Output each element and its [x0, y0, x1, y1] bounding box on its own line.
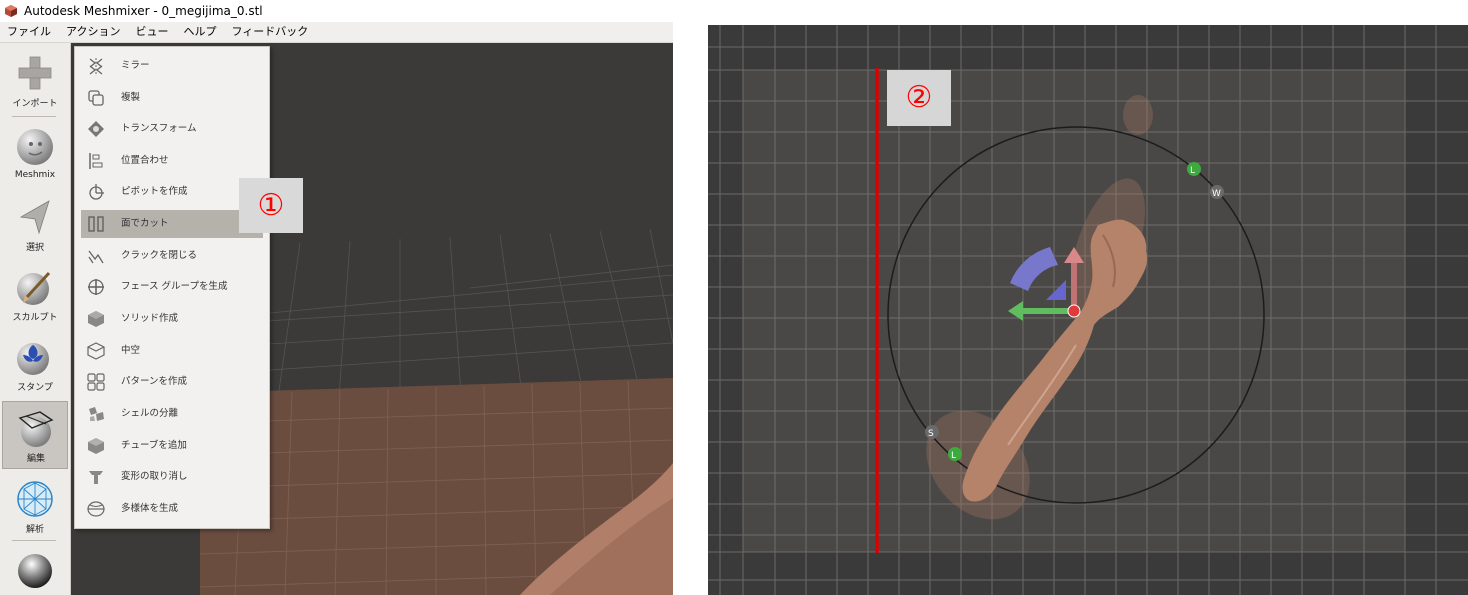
toolbar-divider: [12, 116, 56, 117]
menu-item-label: シェルの分離: [121, 408, 179, 419]
x-axis-arrow[interactable]: [1023, 308, 1075, 314]
add-tube-icon: [88, 438, 104, 454]
handle-label: L: [1190, 166, 1195, 176]
menu-item-close-cracks[interactable]: クラックを閉じる: [81, 242, 263, 270]
tool-sculpt[interactable]: スカルプト: [2, 261, 68, 329]
toolbar-divider: [12, 540, 56, 541]
menu-item-label: 位置合わせ: [121, 155, 169, 166]
tool-stamp-label: スタンプ: [17, 383, 53, 393]
menu-item-mirror[interactable]: ミラー: [81, 52, 263, 80]
annotation-marker-1: ①: [239, 178, 303, 233]
mirror-icon: [89, 58, 103, 75]
menu-item-hollow[interactable]: 中空: [81, 337, 263, 365]
pivot-icon: [89, 184, 104, 200]
menu-item-discard-transform[interactable]: 変形の取り消し: [81, 463, 263, 491]
plus-icon: [18, 56, 52, 90]
menu-item-add-tube[interactable]: チューブを追加: [81, 432, 263, 460]
menu-item-label: ミラー: [121, 60, 150, 71]
menu-item-plane-cut[interactable]: 面でカット: [81, 210, 263, 238]
tool-shaders[interactable]: [2, 543, 68, 595]
top-view-viewport[interactable]: L W S L: [708, 25, 1468, 595]
menu-item-transform[interactable]: トランスフォーム: [81, 115, 263, 143]
menu-item-label: ソリッド作成: [121, 313, 179, 324]
handle-label: S: [928, 429, 934, 439]
menu-action[interactable]: アクション: [59, 22, 128, 42]
close-cracks-icon: [88, 250, 104, 264]
menu-item-align[interactable]: 位置合わせ: [81, 147, 263, 175]
tool-edit[interactable]: 編集: [2, 401, 68, 469]
menu-bar: ファイル アクション ビュー ヘルプ フィードバック: [0, 22, 673, 43]
menu-item-pattern[interactable]: パターンを作成: [81, 368, 263, 396]
menu-item-label: トランスフォーム: [121, 123, 197, 134]
menu-item-label: 変形の取り消し: [121, 471, 188, 482]
tool-analysis[interactable]: 解析: [2, 473, 68, 541]
menu-item-make-solid[interactable]: ソリッド作成: [81, 305, 263, 333]
make-solid-icon: [88, 311, 104, 327]
select-arrow-icon: [19, 200, 50, 235]
menu-item-label: クラックを閉じる: [121, 250, 198, 261]
discard-transform-icon: [89, 471, 103, 484]
window-title: Autodesk Meshmixer - 0_megijima_0.stl: [24, 4, 263, 18]
tool-analysis-label: 解析: [25, 525, 44, 535]
menu-item-label: 中空: [121, 345, 141, 356]
handle-label: L: [951, 451, 956, 461]
edit-sphere-icon: [18, 411, 54, 447]
face-groups-icon: [88, 279, 104, 295]
shader-sphere-icon: [18, 554, 52, 588]
menu-item-separate-shells[interactable]: シェルの分離: [81, 400, 263, 428]
annotation-marker-2: ②: [887, 70, 951, 126]
pattern-icon: [87, 373, 105, 391]
tool-edit-label: 編集: [26, 454, 45, 464]
tool-import[interactable]: インポート: [2, 47, 68, 115]
tool-select[interactable]: 選択: [2, 191, 68, 259]
meshmixer-window: Autodesk Meshmixer - 0_megijima_0.stl ファ…: [0, 0, 673, 595]
menu-file[interactable]: ファイル: [0, 22, 59, 42]
menu-help[interactable]: ヘルプ: [176, 22, 224, 42]
hollow-icon: [87, 342, 105, 360]
title-bar: Autodesk Meshmixer - 0_megijima_0.stl: [0, 0, 673, 22]
menu-item-create-pivot[interactable]: ピボットを作成: [81, 178, 263, 206]
align-icon: [89, 153, 103, 169]
menu-item-generate-manifold[interactable]: 多様体を生成: [81, 495, 263, 523]
plane-cut-icon: [88, 216, 104, 232]
menu-item-label: パターンを作成: [121, 376, 188, 387]
tool-meshmix[interactable]: Meshmix: [2, 121, 68, 189]
separate-shells-icon: [89, 407, 104, 421]
menu-item-face-groups[interactable]: フェース グループを生成: [81, 273, 263, 301]
gizmo-center[interactable]: [1067, 304, 1081, 318]
menu-view[interactable]: ビュー: [128, 22, 176, 42]
tool-sculpt-label: スカルプト: [12, 313, 58, 323]
generate-manifold-icon: [87, 501, 105, 517]
meshmixer-app-icon: [5, 5, 17, 17]
menu-item-label: 多様体を生成: [121, 503, 179, 514]
stamp-icon: [17, 343, 49, 375]
tool-stamp[interactable]: スタンプ: [2, 331, 68, 399]
meshmix-sphere-icon: [17, 129, 53, 165]
menu-item-label: 複製: [121, 92, 141, 103]
menu-item-label: 面でカット: [121, 218, 169, 229]
menu-item-label: ピボットを作成: [121, 186, 188, 197]
tool-meshmix-label: Meshmix: [14, 170, 56, 180]
top-view-scene: L W S L: [708, 25, 1468, 595]
left-toolbar: インポート Meshmix 選択 スカルプト スタンプ 編集 解析: [0, 43, 71, 595]
edit-dropdown-menu: ミラー 複製 トランスフォーム 位置合わせ ピボットを作成 面でカット クラック…: [74, 46, 270, 529]
menu-item-label: チューブを追加: [121, 440, 187, 451]
tool-import-label: インポート: [12, 99, 58, 109]
duplicate-icon: [88, 90, 104, 106]
transform-icon: [88, 121, 104, 137]
tool-select-label: 選択: [25, 243, 44, 253]
menu-item-duplicate[interactable]: 複製: [81, 84, 263, 112]
sculpt-brush-icon: [17, 271, 51, 305]
menu-feedback[interactable]: フィードバック: [224, 22, 316, 42]
handle-label: W: [1212, 189, 1221, 199]
analysis-mesh-icon: [17, 481, 53, 517]
menu-item-label: フェース グループを生成: [121, 281, 228, 292]
